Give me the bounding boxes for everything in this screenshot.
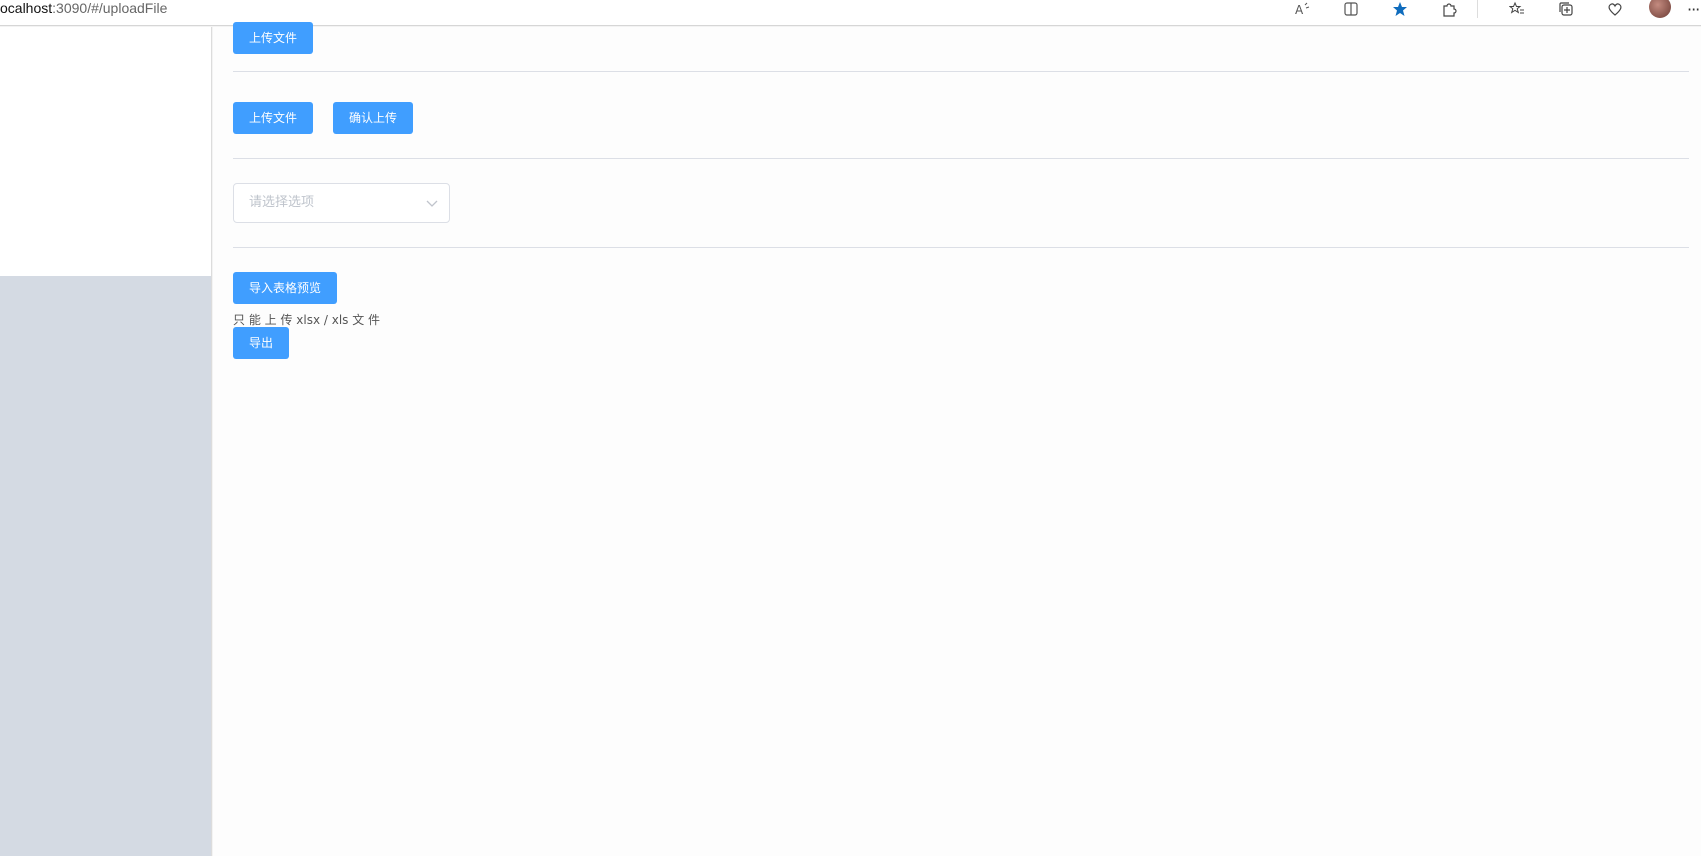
export-button[interactable]: 导出 xyxy=(233,327,290,359)
url-host: ocalhost xyxy=(0,0,53,16)
option-select[interactable]: 请选择选项 xyxy=(233,183,450,223)
read-aloud-icon[interactable]: A xyxy=(1292,1,1312,17)
page-content: 上传文件 上传文件 确认上传 请选择选项 导入表格预览 只 能 上 传 xlsx… xyxy=(0,22,1701,856)
divider xyxy=(233,247,1689,248)
browser-actions: A ··· xyxy=(1292,0,1701,19)
select-placeholder: 请选择选项 xyxy=(249,195,315,210)
url-path: :3090/#/uploadFile xyxy=(52,0,168,16)
upload-file-button-2[interactable]: 上传文件 xyxy=(233,102,314,134)
divider xyxy=(233,71,1689,72)
sidebar-header xyxy=(0,27,211,276)
favorites-icon[interactable] xyxy=(1507,1,1527,17)
address-bar[interactable]: ocalhost:3090/#/uploadFile xyxy=(0,0,167,16)
upload-file-button[interactable]: 上传文件 xyxy=(233,22,314,54)
more-icon[interactable]: ··· xyxy=(1687,0,1701,19)
toolbar-separator xyxy=(1477,0,1478,18)
browser-essentials-icon[interactable] xyxy=(1605,1,1625,17)
profile-avatar[interactable] xyxy=(1649,0,1671,18)
split-screen-icon[interactable] xyxy=(1341,1,1361,17)
upload-tip: 只 能 上 传 xlsx / xls 文 件 xyxy=(233,313,381,327)
confirm-upload-button[interactable]: 确认上传 xyxy=(333,102,414,134)
sidebar xyxy=(0,27,212,856)
extensions-icon[interactable] xyxy=(1439,1,1459,17)
favorite-star-icon[interactable] xyxy=(1390,1,1410,17)
svg-text:A: A xyxy=(1295,3,1304,17)
chevron-down-icon xyxy=(426,200,438,207)
divider xyxy=(233,158,1689,159)
main-content: 上传文件 上传文件 确认上传 请选择选项 导入表格预览 只 能 上 传 xlsx… xyxy=(213,22,1701,856)
import-table-preview-button[interactable]: 导入表格预览 xyxy=(233,272,338,304)
collections-icon[interactable] xyxy=(1556,1,1576,17)
